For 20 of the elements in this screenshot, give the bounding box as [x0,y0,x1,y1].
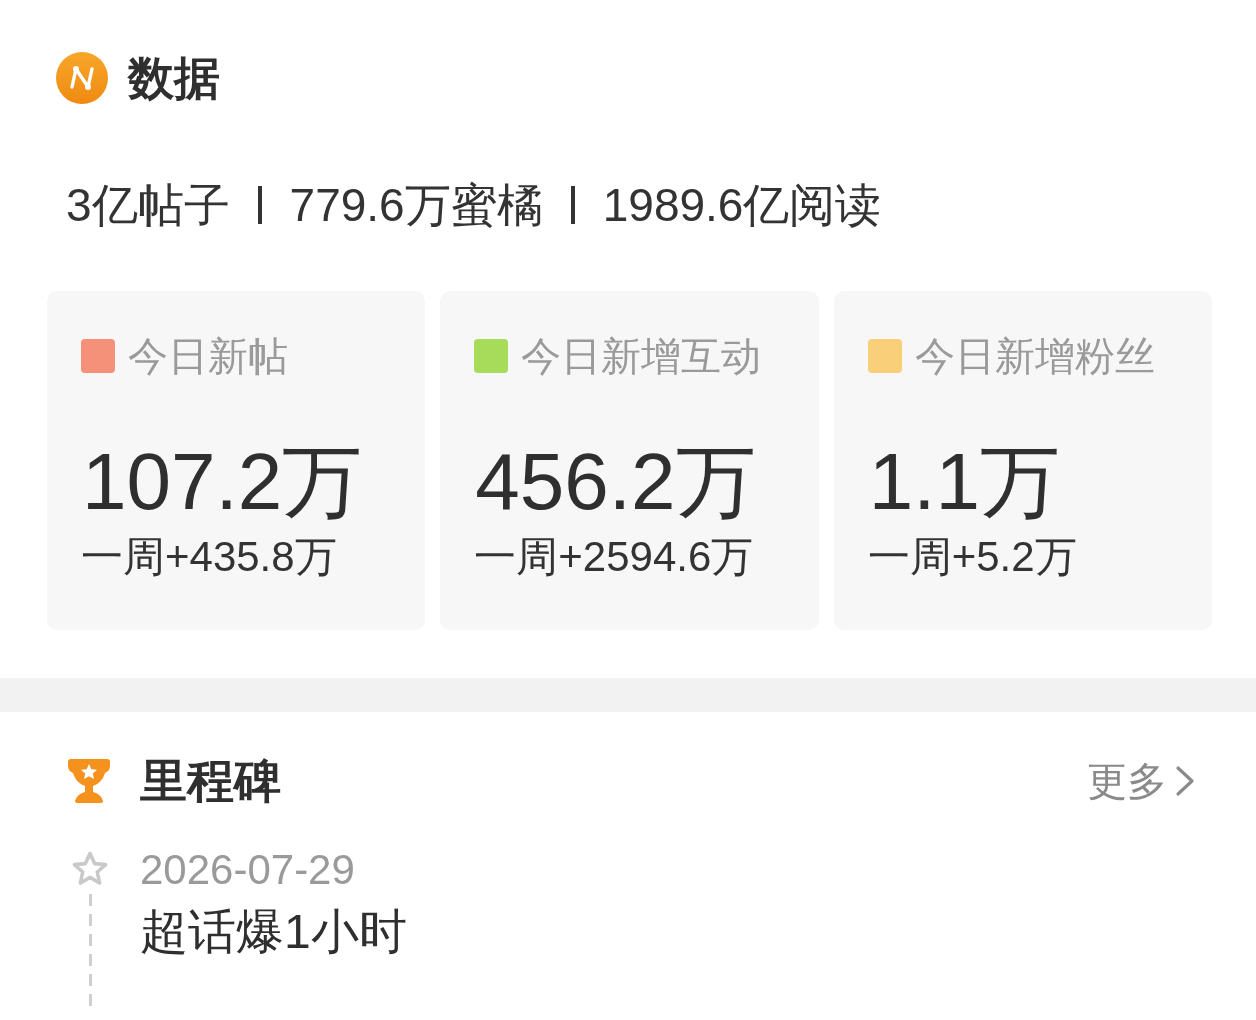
milestone-text: 超话爆1小时 [140,905,407,959]
chevron-right-icon [1175,765,1195,797]
stat-value: 1.1万 [868,440,1060,524]
stat-value: 107.2万 [82,440,363,524]
line-graph-icon [56,52,108,104]
summary-stat: 3亿帖子 [66,180,230,230]
weekly-change: 一周+2594.6万 [474,534,754,580]
stat-label: 今日新增互动 [521,334,762,378]
stat-label: 今日新帖 [128,334,288,378]
weekly-change: 一周+435.8万 [81,534,337,580]
milestone-date: 2026-07-29 [140,847,355,893]
star-icon [72,851,108,886]
more-link[interactable]: 更多 [1087,757,1195,805]
summary-stat: 1989.6亿阅读 [602,180,882,230]
stat-value: 456.2万 [475,440,756,524]
section-title: 数据 [128,52,220,104]
stat-label: 今日新增粉丝 [914,334,1155,378]
section-title: 里程碑 [140,755,281,807]
weekly-change: 一周+5.2万 [867,534,1077,580]
summary-stat: 779.6万蜜橘 [289,180,543,230]
